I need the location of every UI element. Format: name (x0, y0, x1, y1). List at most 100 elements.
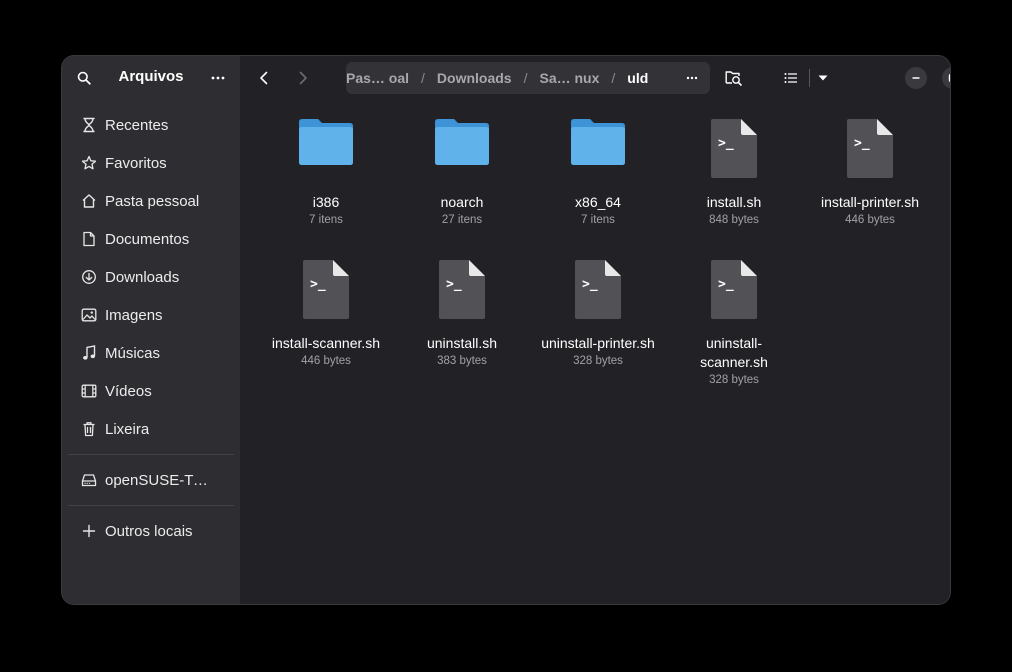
search-icon (77, 71, 91, 85)
video-icon (80, 382, 98, 400)
file-name: install-scanner.sh (271, 335, 381, 351)
breadcrumb-separator: / (523, 70, 528, 86)
sidebar-item-outros-locais[interactable]: Outros locais (62, 512, 240, 550)
search-folder-button[interactable] (722, 66, 746, 90)
minimize-button[interactable] (905, 67, 927, 89)
view-list-button[interactable] (778, 66, 804, 90)
forward-button[interactable] (291, 66, 315, 90)
file-name: uninstall-printer.sh (541, 335, 655, 351)
svg-text:>_: >_ (854, 136, 870, 151)
sidebar-item-label: Lixeira (105, 420, 150, 438)
breadcrumb: Pas… oal / Downloads / Sa… nux / uld (346, 62, 710, 94)
path-menu-button[interactable] (680, 66, 704, 90)
breadcrumb-current[interactable]: uld (623, 70, 652, 86)
sidebar-item-label: Documentos (105, 230, 190, 248)
list-view-icon (784, 73, 797, 83)
plus-icon (80, 522, 98, 540)
folder-search-icon (725, 71, 742, 86)
breadcrumb-item[interactable]: Downloads (433, 70, 516, 86)
more-icon (686, 76, 698, 80)
file-item-script[interactable]: >_ install-scanner.sh 446 bytes (266, 259, 386, 370)
sidebar-item-favoritos[interactable]: Favoritos (62, 144, 240, 182)
minimize-icon (912, 77, 920, 79)
file-item-script[interactable]: >_ uninstall-printer.sh 328 bytes (538, 259, 658, 370)
svg-text:>_: >_ (718, 277, 734, 292)
file-meta: 7 itens (309, 214, 343, 226)
svg-text:>_: >_ (718, 136, 734, 151)
script-file-icon: >_ (303, 260, 349, 319)
toolbar-divider (809, 69, 810, 87)
sidebar-separator (68, 505, 234, 506)
svg-text:>_: >_ (446, 277, 462, 292)
sidebar-item-pasta-pessoal[interactable]: Pasta pessoal (62, 182, 240, 220)
svg-text:>_: >_ (310, 277, 326, 292)
image-icon (80, 306, 98, 324)
content-area: Pas… oal / Downloads / Sa… nux / uld i38… (240, 56, 950, 604)
sidebar-item-label: Outros locais (105, 522, 193, 540)
sidebar-places: Recentes Favoritos Pasta pessoal Documen… (62, 106, 240, 550)
file-meta: 383 bytes (437, 355, 487, 367)
sidebar-item-downloads[interactable]: Downloads (62, 258, 240, 296)
folder-icon (571, 119, 625, 165)
view-options-button[interactable] (812, 66, 834, 90)
sidebar-item-musicas[interactable]: Músicas (62, 334, 240, 372)
maximize-button[interactable] (942, 67, 950, 89)
file-item-script[interactable]: >_ uninstall-scanner.sh 328 bytes (674, 259, 794, 389)
file-meta: 848 bytes (709, 214, 759, 226)
file-item-folder[interactable]: noarch 27 itens (402, 118, 522, 229)
file-item-folder[interactable]: x86_64 7 itens (538, 118, 658, 229)
sidebar-item-label: Recentes (105, 116, 169, 134)
file-name: uninstall.sh (426, 335, 498, 351)
sidebar-item-recentes[interactable]: Recentes (62, 106, 240, 144)
file-name: uninstall-scanner.sh (700, 335, 768, 370)
sidebar-item-lixeira[interactable]: Lixeira (62, 410, 240, 448)
folder-icon (435, 119, 489, 165)
chevron-right-icon (299, 71, 307, 85)
sidebar-item-label: Downloads (105, 268, 180, 286)
file-name: i386 (312, 194, 340, 210)
file-name: noarch (440, 194, 484, 210)
file-meta: 27 itens (441, 214, 483, 226)
sidebar-item-label: openSUSE-Tu… (105, 471, 215, 489)
sidebar: Arquivos Recentes Favoritos Pasta pessoa… (62, 56, 240, 604)
sidebar-item-videos[interactable]: Vídeos (62, 372, 240, 410)
file-item-script[interactable]: >_ install.sh 848 bytes (674, 118, 794, 229)
caret-down-icon (818, 75, 828, 81)
sidebar-header: Arquivos (62, 56, 240, 100)
file-name: install.sh (706, 194, 762, 210)
sidebar-item-imagens[interactable]: Imagens (62, 296, 240, 334)
file-meta: 328 bytes (573, 355, 623, 367)
chevron-left-icon (260, 71, 268, 85)
file-item-script[interactable]: >_ uninstall.sh 383 bytes (402, 259, 522, 370)
sidebar-item-label: Músicas (105, 344, 161, 362)
sidebar-item-drive[interactable]: openSUSE-Tu… (62, 461, 240, 499)
breadcrumb-item[interactable]: Sa… nux (535, 70, 603, 86)
maximize-icon (948, 73, 950, 83)
back-button[interactable] (252, 66, 276, 90)
file-manager-window: Arquivos Recentes Favoritos Pasta pessoa… (62, 56, 950, 604)
sidebar-item-label: Imagens (105, 306, 163, 324)
breadcrumb-item[interactable]: Pas… oal (346, 70, 413, 86)
search-button[interactable] (72, 66, 96, 90)
music-icon (80, 344, 98, 362)
file-item-script[interactable]: >_ install-printer.sh 446 bytes (810, 118, 930, 229)
file-meta: 328 bytes (709, 374, 759, 386)
script-file-icon: >_ (711, 119, 757, 178)
clock-icon (80, 116, 98, 134)
header-bar: Pas… oal / Downloads / Sa… nux / uld (240, 56, 950, 100)
script-file-icon: >_ (847, 119, 893, 178)
main-menu-button[interactable] (206, 66, 230, 90)
app-title: Arquivos (118, 68, 184, 85)
document-icon (80, 230, 98, 248)
download-icon (80, 268, 98, 286)
file-name: x86_64 (575, 194, 621, 210)
file-item-folder[interactable]: i386 7 itens (266, 118, 386, 229)
drive-icon (80, 471, 98, 489)
script-file-icon: >_ (575, 260, 621, 319)
file-meta: 446 bytes (845, 214, 895, 226)
file-meta: 7 itens (581, 214, 615, 226)
sidebar-item-label: Favoritos (105, 154, 167, 172)
trash-icon (80, 420, 98, 438)
script-file-icon: >_ (711, 260, 757, 319)
sidebar-item-documentos[interactable]: Documentos (62, 220, 240, 258)
